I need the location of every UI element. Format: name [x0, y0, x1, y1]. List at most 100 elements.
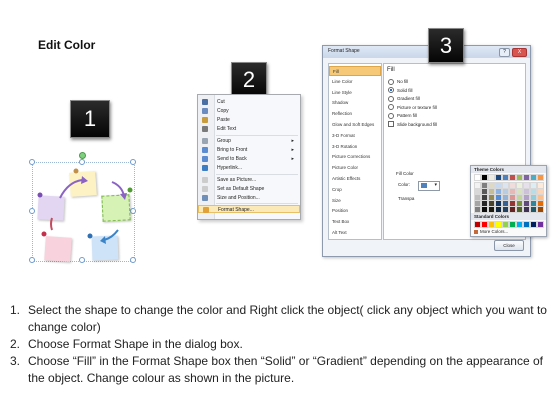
color-swatch[interactable]	[509, 174, 516, 181]
more-colors-link[interactable]: More Colors...	[474, 229, 508, 234]
nav-item-picture-color[interactable]: Picture Color	[329, 163, 381, 173]
color-swatch[interactable]	[537, 182, 544, 189]
fill-option-slide-background-fill[interactable]: Slide background fill	[388, 121, 437, 128]
color-swatch[interactable]	[509, 221, 516, 228]
color-swatch[interactable]	[474, 206, 481, 213]
color-swatch[interactable]	[474, 182, 481, 189]
color-swatch[interactable]	[537, 200, 544, 207]
color-swatch[interactable]	[509, 194, 516, 201]
menu-item-hyperlink[interactable]: Hyperlink...	[198, 164, 300, 172]
color-swatch[interactable]	[474, 188, 481, 195]
color-swatch[interactable]	[488, 221, 495, 228]
color-swatch[interactable]	[481, 194, 488, 201]
radio-button[interactable]	[388, 78, 394, 85]
color-swatch[interactable]	[509, 188, 516, 195]
color-swatch[interactable]	[530, 221, 537, 228]
color-swatch[interactable]	[488, 200, 495, 207]
color-swatch[interactable]	[530, 194, 537, 201]
color-swatch[interactable]	[530, 206, 537, 213]
nav-item-artistic-effects[interactable]: Artistic Effects	[329, 174, 381, 184]
color-swatch[interactable]	[502, 194, 509, 201]
color-swatch[interactable]	[523, 200, 530, 207]
nav-item-crop[interactable]: Crop	[329, 185, 381, 195]
color-swatch[interactable]	[523, 174, 530, 181]
color-swatch[interactable]	[516, 221, 523, 228]
color-swatch[interactable]	[516, 200, 523, 207]
radio-button[interactable]	[388, 87, 394, 94]
color-swatch[interactable]	[516, 194, 523, 201]
nav-item-shadow[interactable]: Shadow	[329, 98, 381, 108]
color-swatch[interactable]	[537, 194, 544, 201]
color-swatch[interactable]	[495, 200, 502, 207]
color-swatch[interactable]	[502, 206, 509, 213]
menu-item-send-to-back[interactable]: Send to Back ▸	[198, 155, 300, 163]
nav-item-3-d-rotation[interactable]: 3-D Rotation	[329, 142, 381, 152]
color-swatch[interactable]	[488, 188, 495, 195]
fill-option-gradient-fill[interactable]: Gradient fill	[388, 95, 420, 102]
nav-item-fill[interactable]: Fill	[329, 66, 381, 76]
fill-option-picture-or-texture-fill[interactable]: Picture or texture fill	[388, 104, 437, 111]
fill-option-no-fill[interactable]: No fill	[388, 78, 408, 85]
color-swatch[interactable]	[523, 188, 530, 195]
color-swatch[interactable]	[509, 200, 516, 207]
color-swatch[interactable]	[488, 206, 495, 213]
menu-item-copy[interactable]: Copy	[198, 107, 300, 115]
nav-item-alt-text[interactable]: Alt Text	[329, 228, 381, 238]
color-swatch[interactable]	[495, 194, 502, 201]
color-swatch[interactable]	[495, 174, 502, 181]
color-swatch[interactable]	[537, 188, 544, 195]
color-swatch[interactable]	[530, 182, 537, 189]
nav-item-reflection[interactable]: Reflection	[329, 109, 381, 119]
color-swatch[interactable]	[516, 182, 523, 189]
nav-item-glow-and-soft-edges[interactable]: Glow and Soft Edges	[329, 120, 381, 130]
menu-item-group[interactable]: Group ▸	[198, 137, 300, 145]
help-button[interactable]: ?	[499, 48, 510, 57]
color-swatch[interactable]	[537, 221, 544, 228]
color-swatch[interactable]	[502, 200, 509, 207]
color-swatch[interactable]	[481, 200, 488, 207]
color-swatch[interactable]	[502, 174, 509, 181]
color-swatch[interactable]	[530, 188, 537, 195]
color-swatch[interactable]	[502, 182, 509, 189]
nav-item-text-box[interactable]: Text Box	[329, 217, 381, 227]
menu-item-save-as-picture[interactable]: Save as Picture...	[198, 176, 300, 184]
nav-item-line-color[interactable]: Line Color	[329, 77, 381, 87]
color-swatch[interactable]	[530, 174, 537, 181]
color-swatch[interactable]	[523, 182, 530, 189]
nav-item-line-style[interactable]: Line Style	[329, 88, 381, 98]
color-swatch[interactable]	[523, 221, 530, 228]
color-swatch[interactable]	[502, 188, 509, 195]
color-swatch[interactable]	[495, 188, 502, 195]
menu-item-bring-to-front[interactable]: Bring to Front ▸	[198, 146, 300, 154]
fill-option-solid-fill[interactable]: Solid fill	[388, 87, 413, 94]
color-swatch[interactable]	[516, 206, 523, 213]
color-swatch[interactable]	[509, 182, 516, 189]
color-swatch[interactable]	[495, 206, 502, 213]
color-swatch[interactable]	[537, 174, 544, 181]
checkbox[interactable]	[388, 121, 394, 128]
menu-item-size-and-position[interactable]: Size and Position...	[198, 194, 300, 202]
color-swatch[interactable]	[488, 182, 495, 189]
color-swatch[interactable]	[474, 221, 481, 228]
nav-item-size[interactable]: Size	[329, 196, 381, 206]
menu-item-set-as-default-shape[interactable]: Set as Default Shape	[198, 185, 300, 193]
color-swatch[interactable]	[481, 206, 488, 213]
color-swatch[interactable]	[474, 200, 481, 207]
close-button[interactable]: Close	[494, 240, 524, 251]
color-swatch[interactable]	[509, 206, 516, 213]
color-swatch[interactable]	[495, 221, 502, 228]
color-swatch[interactable]	[481, 174, 488, 181]
color-swatch[interactable]	[481, 188, 488, 195]
menu-item-cut[interactable]: Cut	[198, 98, 300, 106]
radio-button[interactable]	[388, 104, 394, 111]
color-swatch[interactable]	[474, 194, 481, 201]
color-swatch[interactable]	[530, 200, 537, 207]
nav-item-picture-corrections[interactable]: Picture Corrections	[329, 152, 381, 162]
radio-button[interactable]	[388, 112, 394, 119]
menu-item-paste[interactable]: Paste	[198, 116, 300, 124]
color-swatch[interactable]	[488, 174, 495, 181]
color-swatch[interactable]	[516, 174, 523, 181]
close-icon[interactable]: X	[512, 48, 527, 57]
color-swatch[interactable]	[481, 182, 488, 189]
rotation-handle[interactable]	[79, 152, 86, 159]
